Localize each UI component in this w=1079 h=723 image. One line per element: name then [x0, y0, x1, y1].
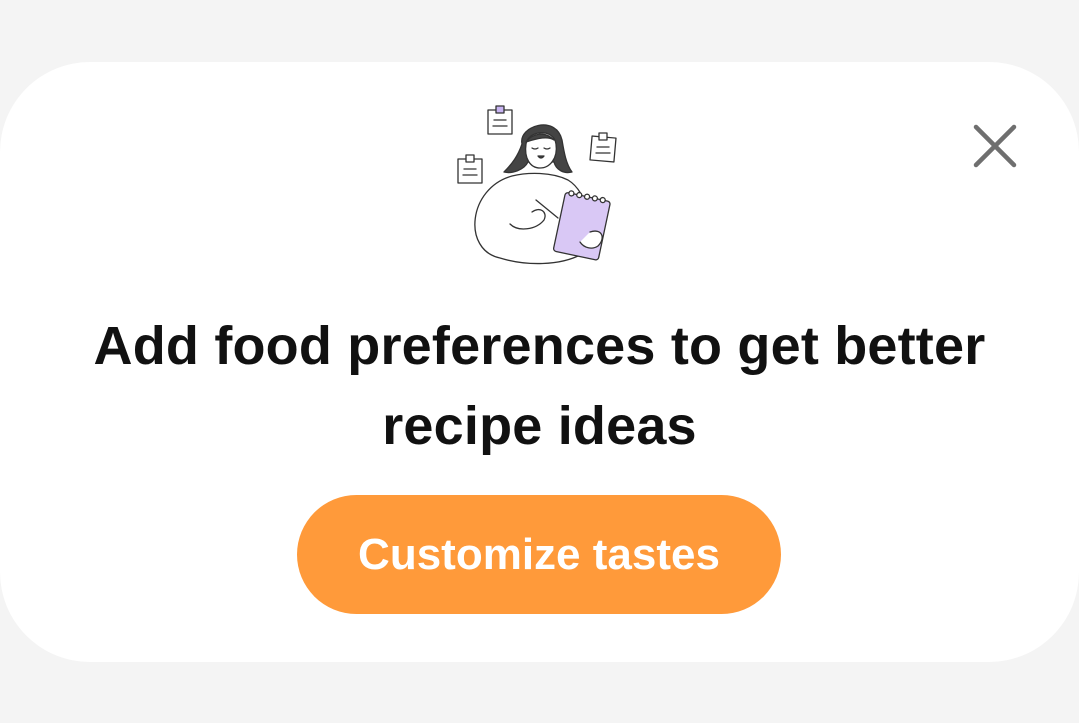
- sticky-note-icon: [487, 105, 513, 135]
- customize-tastes-button[interactable]: Customize tastes: [297, 495, 781, 614]
- close-icon: [973, 124, 1017, 168]
- woman-writing-notes-illustration: [440, 100, 640, 270]
- dialog-headline: Add food preferences to get better recip…: [93, 316, 986, 456]
- close-button[interactable]: [965, 116, 1025, 176]
